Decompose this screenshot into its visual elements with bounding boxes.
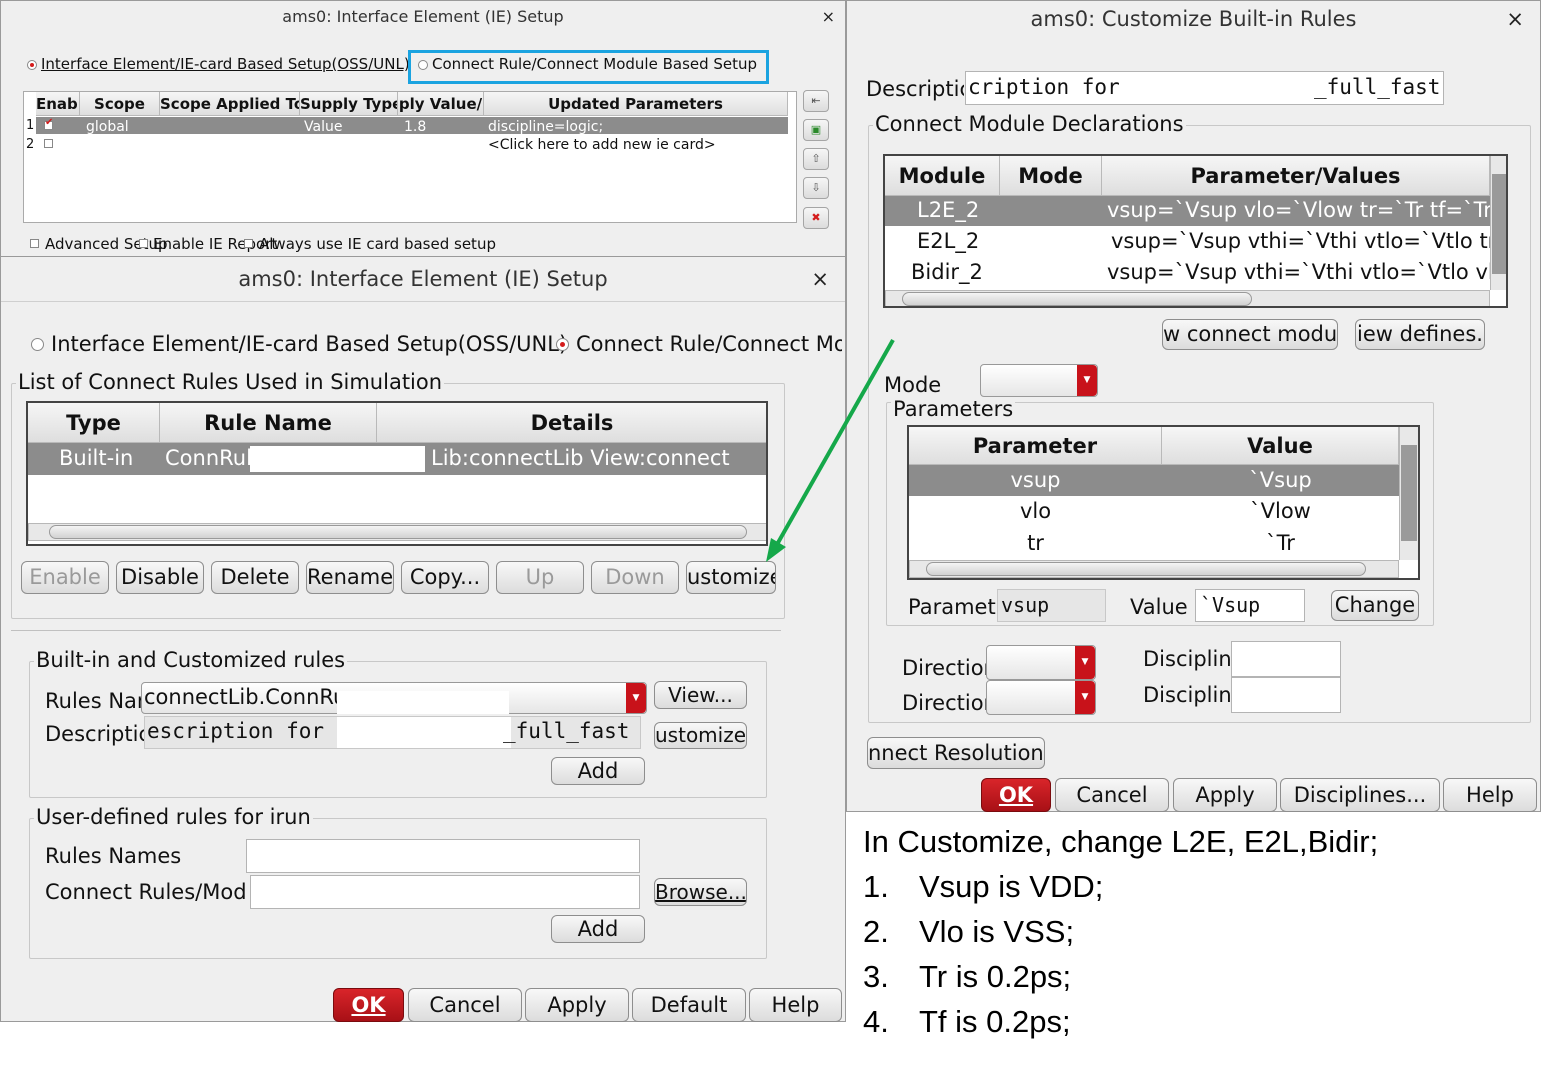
instruction-item-number: 4. — [863, 1004, 889, 1039]
instruction-item-text: Tf is 0.2ps; — [919, 1004, 1071, 1039]
instruction-heading-text: In Customize, change L2E, E2L,Bidir; — [863, 824, 1379, 859]
annotation-arrow — [766, 339, 895, 562]
instruction-item: 4. Tf is 0.2ps; — [863, 1004, 1071, 1040]
instruction-item-number: 3. — [863, 959, 889, 994]
instruction-item-text: Vsup is VDD; — [919, 869, 1104, 904]
instruction-heading: In Customize, change L2E, E2L,Bidir; — [863, 824, 1378, 860]
instruction-item: 2. Vlo is VSS; — [863, 914, 1074, 950]
instruction-item-number: 1. — [863, 869, 889, 904]
instruction-item: 1. Vsup is VDD; — [863, 869, 1103, 905]
instruction-item: 3. Tr is 0.2ps; — [863, 959, 1071, 995]
instruction-item-text: Tr is 0.2ps; — [919, 959, 1072, 994]
instruction-item-text: Vlo is VSS; — [919, 914, 1075, 949]
instruction-item-number: 2. — [863, 914, 889, 949]
